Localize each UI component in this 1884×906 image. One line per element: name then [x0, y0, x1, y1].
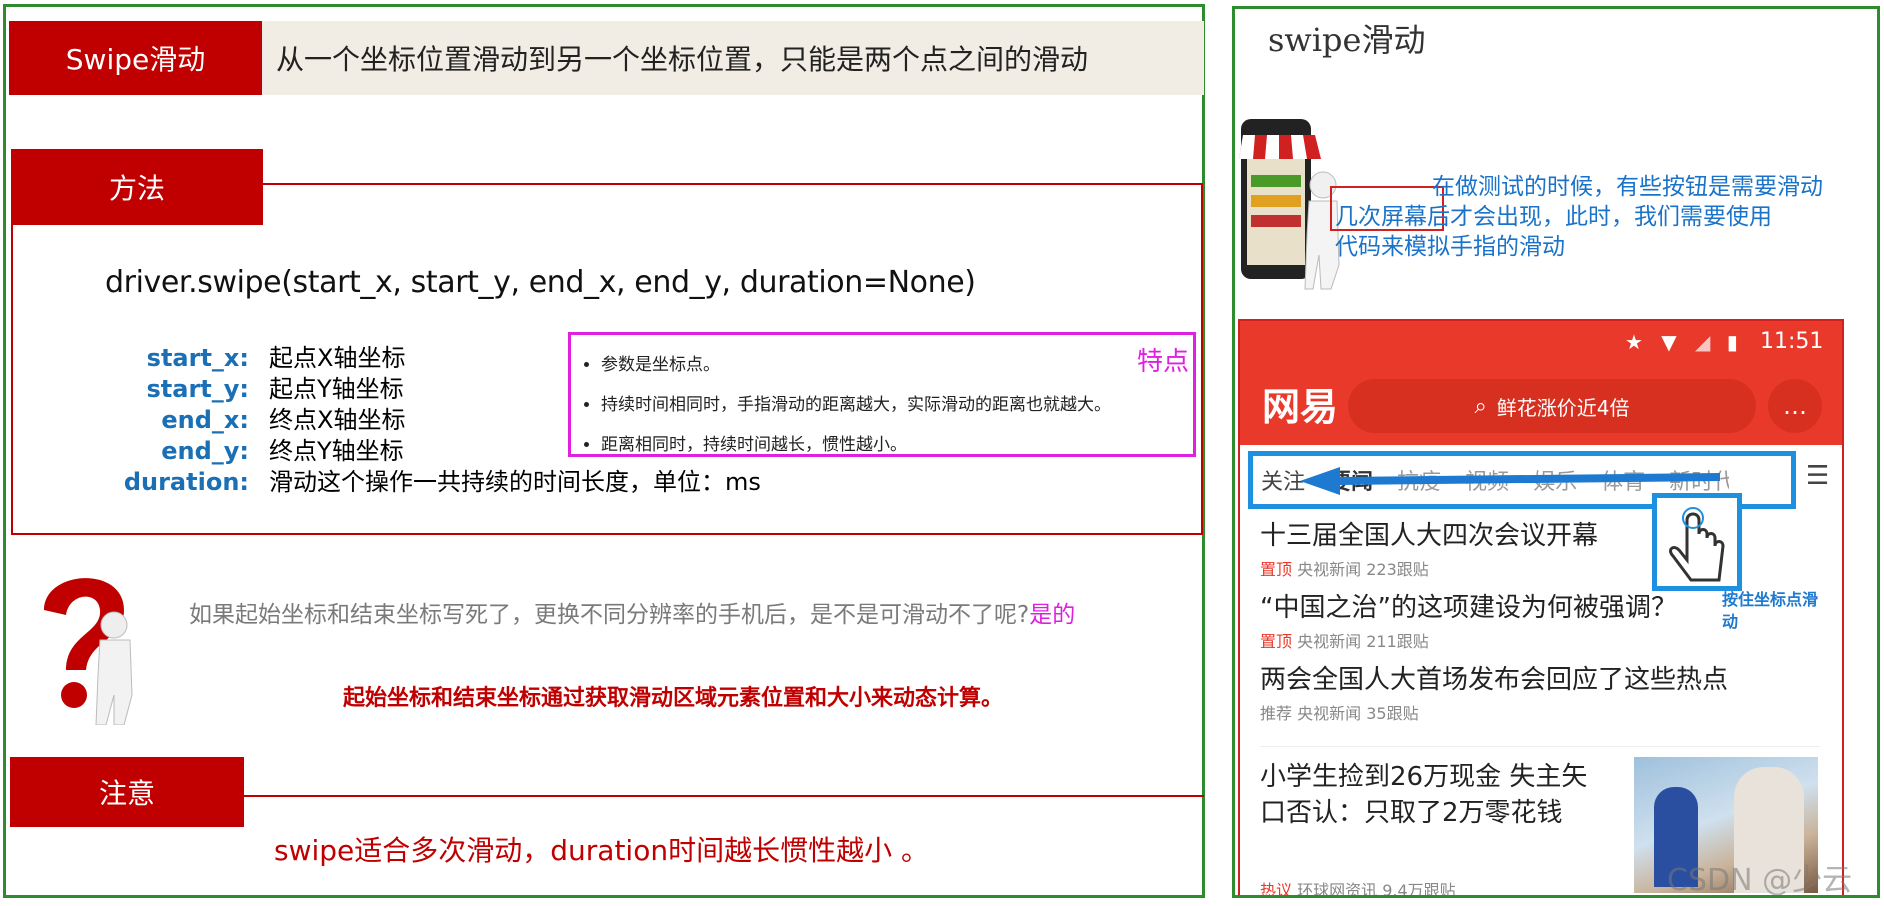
- news-title: 小学生捡到26万现金 失主矢口否认：只取了2万零花钱: [1260, 762, 1588, 828]
- news-count: 9.4万跟贴: [1382, 881, 1456, 898]
- param-desc: 起点Y轴坐标: [269, 375, 404, 403]
- question-mark-figure-icon: [44, 578, 133, 725]
- news-title: “中国之治”的这项建设为何被强调？: [1260, 593, 1677, 623]
- search-text: 鲜花涨价近4倍: [1496, 395, 1630, 420]
- news-item[interactable]: “中国之治”的这项建设为何被强调？ 置顶 央视新闻 211跟贴: [1260, 587, 1820, 659]
- swipe-tab-label: Swipe滑动: [65, 43, 206, 76]
- news-source: 央视新闻: [1297, 560, 1362, 579]
- star-icon: ★: [1625, 330, 1643, 354]
- param-row: duration: 滑动这个操作一共持续的时间长度，单位：ms: [103, 467, 761, 498]
- news-count: 35跟贴: [1366, 704, 1419, 723]
- signal-icon: ◢: [1695, 330, 1711, 354]
- param-desc: 滑动这个操作一共持续的时间长度，单位：ms: [269, 468, 761, 496]
- param-name: start_x:: [146, 344, 249, 372]
- wifi-icon: ▼: [1661, 330, 1677, 354]
- features-title: 特点: [1136, 347, 1189, 377]
- question-answer: 是的: [1029, 602, 1076, 628]
- feature-item: 距离相同时，持续时间越长，惯性越小。: [601, 425, 1111, 465]
- news-count: 223跟贴: [1366, 560, 1429, 579]
- news-source: 央视新闻: [1297, 632, 1362, 651]
- netease-logo: 网易: [1262, 384, 1339, 429]
- news-source: 央视新闻: [1297, 704, 1362, 723]
- news-tag: 置顶: [1260, 632, 1293, 651]
- status-time: 11:51: [1760, 329, 1824, 354]
- right-slide: swipe滑动 在做测试的时候，有些按钮是需要滑动 几次屏幕后才会出现，此时，我…: [1232, 6, 1880, 898]
- question-line: 如果起始坐标和结束坐标写死了，更换不同分辨率的手机后，是不是可滑动不了呢?是的: [189, 595, 1075, 629]
- param-name: end_y:: [161, 437, 249, 465]
- feature-item: 参数是坐标点。: [601, 345, 1111, 385]
- right-title: swipe滑动: [1268, 21, 1426, 59]
- tab-follow[interactable]: 关注: [1261, 464, 1305, 496]
- callout-text: 在做测试的时候，有些按钮是需要滑动 几次屏幕后才会出现，此时，我们需要使用 代码…: [1335, 172, 1823, 262]
- news-count: 211跟贴: [1366, 632, 1429, 651]
- note-tab-label: 注意: [98, 777, 155, 810]
- param-name: start_y:: [146, 375, 249, 403]
- news-tag: 置顶: [1260, 560, 1293, 579]
- left-slide: Swipe滑动 从一个坐标位置滑动到另一个坐标位置，只能是两个点之间的滑动 方法…: [3, 4, 1205, 898]
- note-divider: [244, 795, 1204, 797]
- csdn-watermark: CSDN @少云清: [1667, 863, 1853, 898]
- features-box: 特点 参数是坐标点。 持续时间相同时，手指滑动的距离越大，实际滑动的距离也就越大…: [568, 332, 1196, 457]
- param-name: duration:: [123, 468, 249, 496]
- feature-item: 持续时间相同时，手指滑动的距离越大，实际滑动的距离也就越大。: [601, 385, 1111, 425]
- callout-line: 几次屏幕后才会出现，此时，我们需要使用: [1335, 202, 1823, 232]
- phone-shop-figure-icon: [1239, 119, 1340, 290]
- news-source: 环球网资讯: [1297, 881, 1378, 898]
- param-name: end_x:: [161, 406, 249, 434]
- news-tag: 热议: [1260, 881, 1293, 898]
- param-desc: 终点Y轴坐标: [269, 437, 404, 465]
- news-item[interactable]: 十三届全国人大四次会议开幕 置顶 央视新闻 223跟贴: [1260, 515, 1820, 587]
- news-title: 十三届全国人大四次会议开幕: [1260, 521, 1599, 551]
- method-signature: driver.swipe(start_x, start_y, end_x, en…: [105, 265, 976, 300]
- swipe-description-text: 从一个坐标位置滑动到另一个坐标位置，只能是两个点之间的滑动: [276, 43, 1089, 76]
- search-icon: ⌕: [1474, 393, 1487, 419]
- news-tag: 推荐: [1260, 704, 1293, 723]
- callout-line: 代码来模拟手指的滑动: [1335, 234, 1565, 260]
- phone-screen: ★ ▼ ◢ ▮ 11:51 网易 ⌕ 鲜花涨价近4倍 … 关注 要闻 抗疫 视频…: [1238, 319, 1844, 898]
- search-bar[interactable]: ⌕ 鲜花涨价近4倍: [1348, 379, 1756, 433]
- callout-line-rest: 后才会出现，此时，我们需要使用: [1427, 204, 1772, 230]
- news-list: 十三届全国人大四次会议开幕 置顶 央视新闻 223跟贴 “中国之治”的这项建设为…: [1260, 515, 1820, 898]
- status-icons: ★ ▼ ◢ ▮: [1625, 330, 1738, 354]
- note-tab: 注意: [10, 757, 244, 827]
- news-item[interactable]: 两会全国人大首场发布会回应了这些热点 推荐 央视新闻 35跟贴: [1260, 659, 1820, 747]
- param-desc: 起点X轴坐标: [269, 344, 406, 372]
- battery-icon: ▮: [1726, 330, 1738, 354]
- news-title: 两会全国人大首场发布会回应了这些热点: [1260, 665, 1729, 695]
- param-desc: 终点X轴坐标: [269, 406, 406, 434]
- solution-text: 起始坐标和结束坐标通过获取滑动区域元素位置和大小来动态计算。: [343, 686, 1004, 711]
- callout-line: 在做测试的时候，有些按钮是需要滑动: [1432, 174, 1823, 200]
- message-icon[interactable]: …: [1768, 379, 1822, 433]
- question-text: 如果起始坐标和结束坐标写死了，更换不同分辨率的手机后，是不是可滑动不了呢?: [189, 602, 1030, 628]
- swipe-tab: Swipe滑动: [9, 21, 262, 95]
- swipe-description: 从一个坐标位置滑动到另一个坐标位置，只能是两个点之间的滑动: [262, 21, 1204, 95]
- note-text: swipe适合多次滑动，duration时间越长惯性越小 。: [274, 834, 929, 867]
- features-list: 参数是坐标点。 持续时间相同时，手指滑动的距离越大，实际滑动的距离也就越大。 距…: [601, 345, 1111, 465]
- menu-icon[interactable]: ☰: [1806, 461, 1829, 491]
- callout-highlight: 几次屏幕: [1335, 204, 1427, 230]
